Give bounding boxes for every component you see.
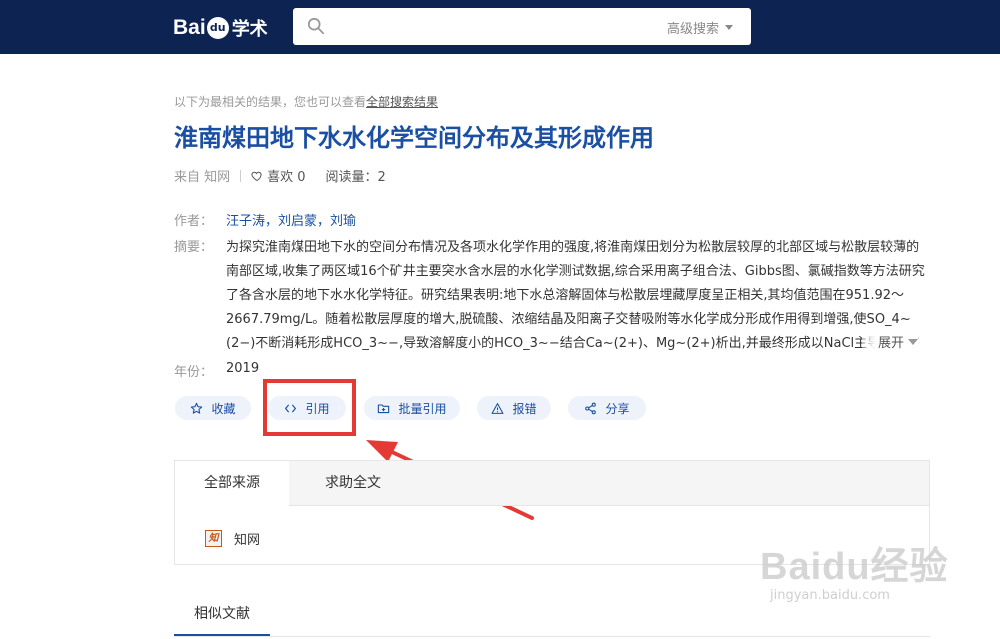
batch-cite-button[interactable]: 批量引用 (364, 396, 460, 420)
watermark-url: jingyan.baidu.com (770, 588, 890, 603)
advanced-search-dropdown[interactable]: 高级搜索 (667, 18, 733, 37)
share-icon (585, 402, 597, 414)
source-label: 来自 知网 (174, 170, 231, 185)
logo-suffix: 学术 (231, 19, 268, 40)
tab-request-fulltext[interactable]: 求助全文 (289, 461, 417, 505)
reads-count: 阅读量：2 (325, 170, 386, 185)
advanced-search-label: 高级搜索 (666, 22, 719, 37)
logo-paw-icon: du (206, 17, 229, 39)
report-error-button[interactable]: 报错 (477, 396, 551, 420)
year-label: 年份： (174, 365, 214, 380)
authors-links[interactable]: 汪子涛，刘启蒙，刘瑜 (226, 210, 356, 229)
source-link-cnki[interactable]: 知 知网 (205, 529, 260, 548)
folder-plus-icon (378, 403, 390, 413)
authors-label: 作者： (174, 214, 214, 229)
search-box[interactable]: 高级搜索 (293, 8, 751, 45)
star-icon (191, 402, 203, 414)
all-results-link[interactable]: 全部搜索结果 (366, 95, 438, 109)
result-hint: 以下为最相关的结果，您也可以查看全部搜索结果 (174, 93, 438, 110)
baidu-jingyan-watermark: Baidu经验 jingyan.baidu.com (760, 535, 949, 603)
search-icon (307, 17, 325, 35)
logo-text: Bai (173, 16, 206, 39)
expand-abstract-button[interactable]: 展开 (862, 332, 919, 351)
chevron-down-icon (908, 338, 919, 345)
collect-label: 收藏 (211, 401, 236, 416)
share-label: 分享 (605, 401, 630, 416)
baidu-scholar-logo[interactable]: Bai du 学术 (173, 14, 268, 42)
report-error-label: 报错 (512, 401, 537, 416)
chevron-down-icon (725, 25, 733, 30)
collect-button[interactable]: 收藏 (175, 396, 251, 420)
cnki-icon: 知 (205, 530, 222, 547)
highlight-box (263, 379, 356, 436)
top-nav-bar: Bai du 学术 高级搜索 (0, 0, 1000, 54)
heart-icon[interactable] (251, 170, 263, 182)
sources-tabs: 全部来源 求助全文 (175, 461, 929, 506)
divider (240, 169, 242, 182)
abstract-label: 摘要： (174, 240, 214, 255)
share-button[interactable]: 分享 (568, 396, 646, 420)
likes-count[interactable]: 喜欢 0 (267, 166, 305, 185)
abstract-text: 为探究淮南煤田地下水的空间分布情况及各项水化学作用的强度,将淮南煤田划分为松散层… (226, 240, 925, 351)
watermark-title: Baidu经验 (760, 546, 949, 588)
result-hint-text: 以下为最相关的结果，您也可以查看 (174, 95, 367, 109)
expand-label: 展开 (878, 336, 905, 351)
year-value: 2019 (226, 361, 260, 376)
tab-all-sources[interactable]: 全部来源 (175, 461, 289, 506)
warning-icon (492, 402, 504, 414)
batch-cite-label: 批量引用 (398, 401, 447, 416)
paper-meta: 来自 知网 喜欢 0 阅读量：2 (174, 166, 386, 185)
tab-similar-literature[interactable]: 相似文献 (174, 596, 270, 636)
source-name: 知网 (234, 533, 261, 548)
paper-title[interactable]: 淮南煤田地下水水化学空间分布及其形成作用 (174, 118, 654, 153)
